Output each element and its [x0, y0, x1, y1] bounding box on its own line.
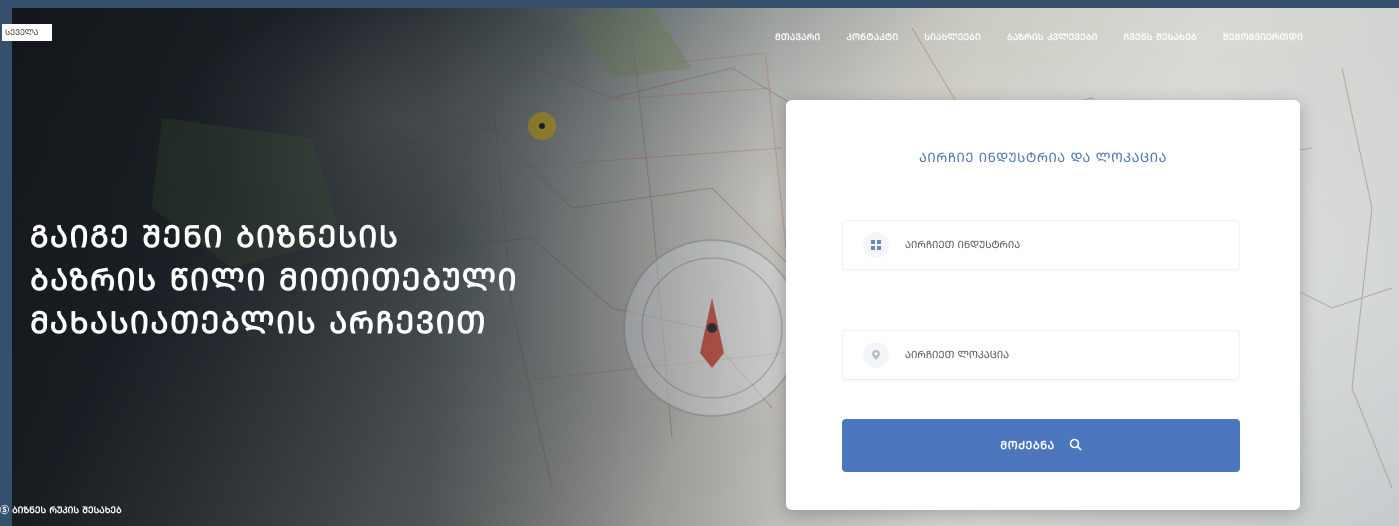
nav-item-news[interactable]: ᲡᲘᲐᲮᲚᲔᲔᲑᲘ [924, 30, 981, 43]
hero-headline-line: ᲑᲐᲖᲠᲘᲡ ᲬᲘᲚᲘ ᲛᲘᲗᲘᲗᲔᲑᲣᲚᲘ [30, 263, 519, 298]
nav-item-home[interactable]: ᲛᲗᲐᲕᲐᲠᲘ [775, 30, 820, 43]
nav-item-join[interactable]: ᲨᲔᲛᲝᲒᲕᲘᲔᲠᲗᲓᲘ [1223, 30, 1303, 43]
nav-item-contact[interactable]: ᲙᲝᲜᲢᲐᲙᲢᲘ [846, 30, 898, 43]
nav-item-about-us[interactable]: ᲩᲕᲔᲜᲡ ᲨᲔᲡᲐᲮᲔᲑ [1124, 30, 1197, 43]
search-button[interactable]: ᲛᲝᲫᲔᲑᲜᲐ [842, 419, 1240, 472]
search-button-label: ᲛᲝᲫᲔᲑᲜᲐ [1000, 439, 1055, 452]
pin-icon [863, 342, 889, 368]
search-icon [1069, 438, 1082, 454]
search-card-title: ᲐᲘᲠᲩᲘᲔ ᲘᲜᲓᲣᲡᲢᲠᲘᲐ ᲓᲐ ᲚᲝᲙᲐᲪᲘᲐ [918, 151, 1168, 166]
location-input[interactable] [905, 349, 1205, 361]
nav-item-market-research[interactable]: ᲑᲐᲖᲠᲘᲡ ᲙᲕᲚᲔᲕᲔᲑᲘ [1007, 30, 1098, 43]
search-card: ᲐᲘᲠᲩᲘᲔ ᲘᲜᲓᲣᲡᲢᲠᲘᲐ ᲓᲐ ᲚᲝᲙᲐᲪᲘᲐ ᲛᲝᲫᲔᲑᲜᲐ [786, 100, 1300, 510]
hero-headline-line: ᲛᲐᲮᲐᲡᲘᲐᲗᲔᲑᲚᲘᲡ ᲐᲠᲩᲔᲕᲘᲗ [30, 306, 487, 341]
hero-headline: ᲒᲐᲘᲒᲔ ᲨᲔᲜᲘ ᲑᲘᲖᲜᲔᲡᲘᲡ ᲑᲐᲖᲠᲘᲡ ᲬᲘᲚᲘ ᲛᲘᲗᲘᲗᲔᲑᲣ… [30, 216, 730, 345]
location-field[interactable] [842, 330, 1240, 380]
footer-note: Ⓢ ᲑᲘᲖᲜᲔᲡ ᲠᲣᲙᲘᲡ ᲨᲔᲡᲐᲮᲔᲑ [0, 506, 122, 516]
main-navigation: ᲛᲗᲐᲕᲐᲠᲘ ᲙᲝᲜᲢᲐᲙᲢᲘ ᲡᲘᲐᲮᲚᲔᲔᲑᲘ ᲑᲐᲖᲠᲘᲡ ᲙᲕᲚᲔᲕᲔ… [775, 30, 1303, 43]
industry-field[interactable] [842, 220, 1240, 270]
site-logo[interactable]: ᲡᲔᲕᲔᲚᲐ [2, 24, 52, 41]
hero-headline-line: ᲒᲐᲘᲒᲔ ᲨᲔᲜᲘ ᲑᲘᲖᲜᲔᲡᲘᲡ [30, 220, 400, 255]
industry-input[interactable] [905, 239, 1205, 251]
grid-icon [863, 232, 889, 258]
